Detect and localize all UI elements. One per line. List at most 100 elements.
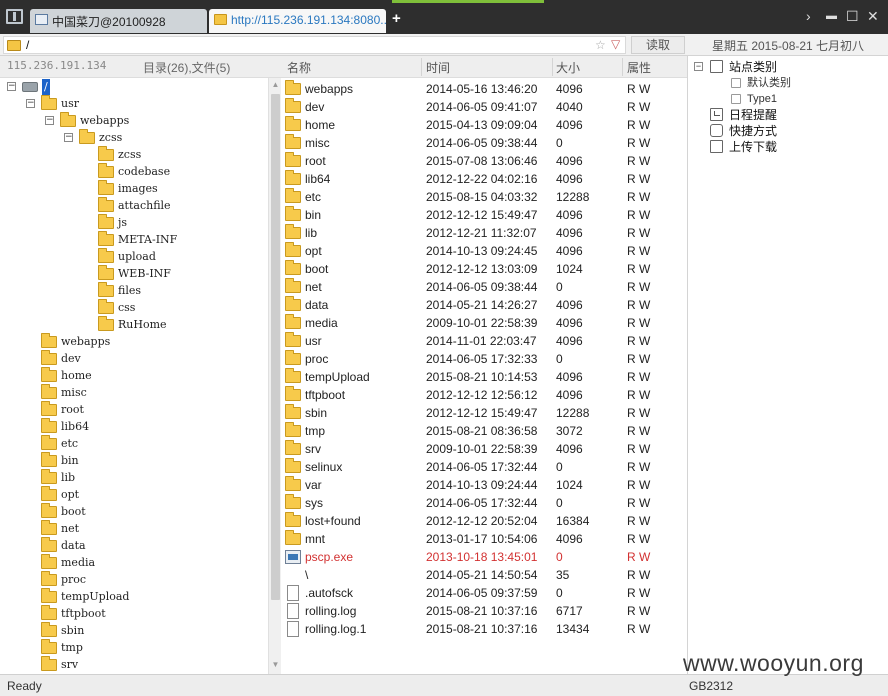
tree-node-label[interactable]: net [61,521,79,537]
tree-scrollbar[interactable]: ▲ ▼ [268,78,281,674]
file-time: 2014-06-05 09:38:44 [426,280,538,294]
file-row[interactable]: sys 2014-06-05 17:32:44 0 R W [281,494,687,512]
file-row[interactable]: selinux 2014-06-05 17:32:44 0 R W [281,458,687,476]
column-divider[interactable] [552,58,553,76]
file-row[interactable]: tempUpload 2015-08-21 10:14:53 4096 R W [281,368,687,386]
close-button[interactable]: ✕ [867,8,879,25]
folder-icon [285,476,301,491]
column-divider[interactable] [622,58,623,76]
file-row[interactable]: rolling.log 2015-08-21 10:37:16 6717 R W [281,602,687,620]
tree-node-label[interactable]: proc [61,572,86,588]
app-logo-icon[interactable] [6,9,23,24]
column-header-name[interactable]: 名称 [287,59,311,76]
tree-node-label[interactable]: zcss [99,130,122,146]
file-row[interactable]: pscp.exe 2013-10-18 13:45:01 0 R W [281,548,687,566]
file-row[interactable]: media 2009-10-01 22:58:39 4096 R W [281,314,687,332]
file-row[interactable]: webapps 2014-05-16 13:46:20 4096 R W [281,80,687,98]
file-row[interactable]: srv 2009-10-01 22:58:39 4096 R W [281,440,687,458]
file-row[interactable]: root 2015-07-08 13:06:46 4096 R W [281,152,687,170]
tree-node-label[interactable]: css [118,300,135,316]
tree-node-label[interactable]: boot [61,504,86,520]
file-row[interactable]: lib64 2012-12-22 04:02:16 4096 R W [281,170,687,188]
tree-node-label[interactable]: webapps [80,113,129,129]
file-row[interactable]: data 2014-05-21 14:26:27 4096 R W [281,296,687,314]
collapse-toggle-icon[interactable]: − [26,99,35,108]
tree-node-label[interactable]: srv [61,657,78,673]
collapse-toggle-icon[interactable]: − [694,62,703,71]
star-icon[interactable]: ☆ [595,38,606,52]
file-row[interactable]: var 2014-10-13 09:24:44 1024 R W [281,476,687,494]
tree-node-label[interactable]: attachfile [118,198,171,214]
tree-node-label[interactable]: META-INF [118,232,177,248]
tree-node-label[interactable]: codebase [118,164,170,180]
scroll-up-icon[interactable]: ▲ [271,80,280,92]
tree-node-label[interactable]: tempUpload [61,589,129,605]
tree-node-label[interactable]: home [61,368,92,384]
tree-node-label[interactable]: data [61,538,86,554]
file-row[interactable]: mnt 2013-01-17 10:54:06 4096 R W [281,530,687,548]
tree-node-label[interactable]: images [118,181,158,197]
column-divider[interactable] [421,58,422,76]
file-row[interactable]: misc 2014-06-05 09:38:44 0 R W [281,134,687,152]
file-row[interactable]: rolling.log.1 2015-08-21 10:37:16 13434 R W [281,620,687,638]
tab-main[interactable]: 中国菜刀@20100928 [30,9,207,33]
collapse-toggle-icon[interactable]: − [64,133,73,142]
column-header-time[interactable]: 时间 [426,59,450,76]
collapse-toggle-icon[interactable]: − [45,116,54,125]
read-button[interactable]: 读取 [631,36,685,54]
tree-node-label[interactable]: tftpboot [61,606,106,622]
tree-node-label[interactable]: files [118,283,141,299]
file-row[interactable]: boot 2012-12-12 13:03:09 1024 R W [281,260,687,278]
chevron-down-icon[interactable]: ▽ [611,37,620,51]
file-row[interactable]: dev 2014-06-05 09:41:07 4040 R W [281,98,687,116]
file-row[interactable]: lib 2012-12-21 11:32:07 4096 R W [281,224,687,242]
tree-node-label[interactable]: RuHome [118,317,167,333]
tree-node-label[interactable]: bin [61,453,79,469]
new-tab-button[interactable]: + [392,10,401,27]
tree-node-label[interactable]: media [61,555,95,571]
tree-node-label[interactable]: webapps [61,334,110,350]
tree-node-label[interactable]: lib64 [61,419,89,435]
tree-node-label[interactable]: dev [61,351,81,367]
column-header-size[interactable]: 大小 [556,59,580,76]
file-row[interactable]: .autofsck 2014-06-05 09:37:59 0 R W [281,584,687,602]
tree-node-label[interactable]: sbin [61,623,84,639]
tree-node-label[interactable]: WEB-INF [118,266,171,282]
file-row[interactable]: lost+found 2012-12-12 20:52:04 16384 R W [281,512,687,530]
file-row[interactable]: tmp 2015-08-21 08:36:58 3072 R W [281,422,687,440]
file-row[interactable]: proc 2014-06-05 17:32:33 0 R W [281,350,687,368]
path-input[interactable]: / ☆ ▽ [3,36,626,54]
tree-node-label[interactable]: js [118,215,127,231]
tree-node-label[interactable]: lib [61,470,75,486]
chevron-right-icon[interactable]: › [806,8,811,24]
file-row[interactable]: opt 2014-10-13 09:24:45 4096 R W [281,242,687,260]
tree-node-label[interactable]: tmp [61,640,83,656]
tab-url[interactable]: http://115.236.191.134:8080... [209,9,386,33]
encoding-indicator[interactable]: GB2312 [689,679,733,693]
tree-node-label[interactable]: etc [61,436,78,452]
file-row[interactable]: \ 2014-05-21 14:50:54 35 R W [281,566,687,584]
file-row[interactable]: tftpboot 2012-12-12 12:56:12 4096 R W [281,386,687,404]
scroll-thumb[interactable] [271,94,280,600]
tree-node-label[interactable]: misc [61,385,87,401]
file-row[interactable]: sbin 2012-12-12 15:49:47 12288 R W [281,404,687,422]
file-row[interactable]: home 2015-04-13 09:09:04 4096 R W [281,116,687,134]
tree-node-label[interactable]: usr [61,96,79,112]
file-row[interactable]: etc 2015-08-15 04:03:32 12288 R W [281,188,687,206]
scroll-down-icon[interactable]: ▼ [271,660,280,672]
minimize-button[interactable]: ▬ [826,10,837,22]
column-header-attr[interactable]: 属性 [627,59,651,76]
tree-node-label[interactable]: opt [61,487,79,503]
collapse-toggle-icon[interactable]: − [7,82,16,91]
file-size: 4040 [556,100,583,114]
file-row[interactable]: bin 2012-12-12 15:49:47 4096 R W [281,206,687,224]
maximize-button[interactable]: ☐ [846,8,859,25]
file-size: 13434 [556,622,590,636]
file-row[interactable]: net 2014-06-05 09:38:44 0 R W [281,278,687,296]
tree-node-label[interactable]: root [61,402,84,418]
tree-node-label[interactable]: zcss [118,147,141,163]
file-row[interactable]: usr 2014-11-01 22:03:47 4096 R W [281,332,687,350]
executable-icon [285,550,301,564]
tree-node-label[interactable]: upload [118,249,156,265]
tree-node-label[interactable]: / [42,79,50,95]
